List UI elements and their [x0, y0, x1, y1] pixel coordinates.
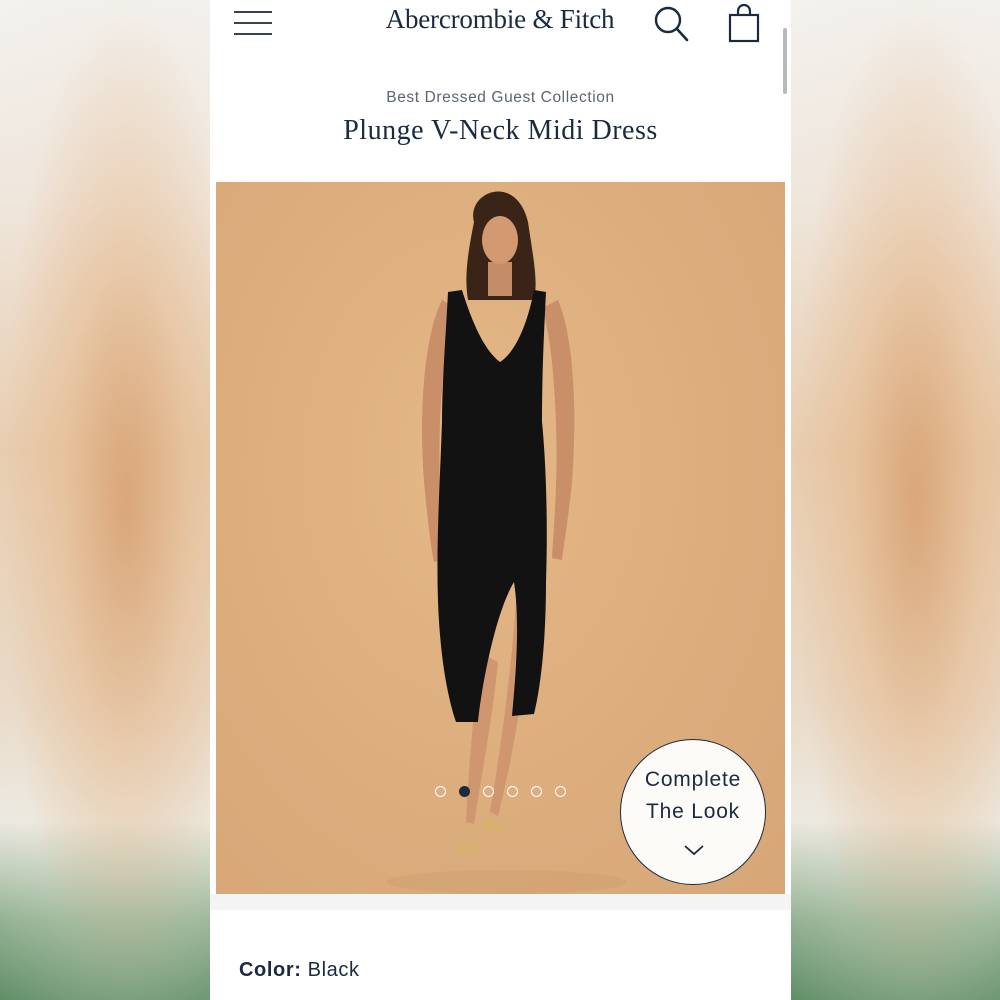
collection-label: Best Dressed Guest Collection: [386, 89, 615, 106]
complete-the-look-label-2: The Look: [646, 800, 740, 823]
product-image[interactable]: Complete The Look: [216, 182, 785, 894]
top-nav: Abercrombie & Fitch: [210, 0, 791, 46]
complete-the-look-label-1: Complete: [644, 768, 742, 791]
gallery-dot[interactable]: [555, 786, 566, 797]
section-divider: [210, 894, 791, 910]
background-blur-right: [790, 0, 1000, 1000]
gallery-dot[interactable]: [483, 786, 494, 797]
gallery-pagination: [435, 786, 575, 802]
color-value: Black: [307, 959, 360, 981]
gallery-dot[interactable]: [435, 786, 446, 797]
product-title: Plunge V-Neck Midi Dress: [343, 115, 658, 146]
search-icon[interactable]: [653, 5, 691, 43]
gallery-dot[interactable]: [459, 786, 470, 797]
gallery-dot[interactable]: [507, 786, 518, 797]
brand-logo[interactable]: Abercrombie & Fitch: [370, 4, 630, 35]
color-selector-label: Color: Black: [239, 959, 360, 982]
product-page: Abercrombie & Fitch Best Dressed Guest C…: [210, 0, 791, 1000]
complete-the-look-button[interactable]: Complete The Look: [620, 739, 766, 885]
chevron-down-icon: [684, 845, 704, 856]
background-blur-left: [0, 0, 210, 1000]
color-label: Color:: [239, 959, 302, 981]
gallery-dot[interactable]: [531, 786, 542, 797]
scrollbar[interactable]: [783, 28, 787, 94]
hamburger-menu-icon[interactable]: [234, 8, 274, 38]
shopping-bag-icon[interactable]: [727, 3, 761, 43]
